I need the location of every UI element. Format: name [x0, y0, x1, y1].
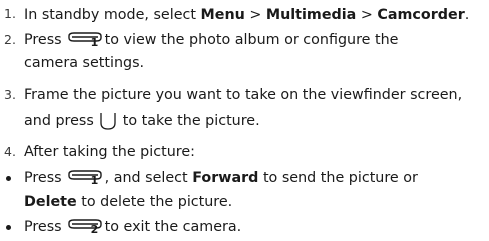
bullet-1-mid: , and select [104, 170, 193, 186]
step-text-continued: and press to take the picture. [24, 112, 260, 130]
step-text: In standby mode, select Menu > Multimedi… [24, 8, 469, 22]
bullet-1-pre: Press [24, 170, 62, 186]
step-text-continued: camera settings. [24, 55, 145, 71]
bullet-text: Press 1 , and select Forward to send the p… [24, 170, 418, 186]
step-number: 2. [4, 32, 16, 47]
softkey-number: 2 [90, 223, 99, 236]
step-number: 1. [4, 6, 16, 21]
softkey-number: 1 [90, 36, 99, 49]
bullet-2-pre: Press [24, 219, 62, 235]
bullet-icon [6, 225, 11, 230]
softkey-icon: 1 [67, 32, 102, 49]
step-2-post: to view the photo album or configure the [104, 32, 399, 48]
bullet-icon [6, 176, 11, 181]
step-number: 4. [4, 144, 16, 159]
ok-key-icon [100, 113, 116, 130]
bullet-text: Press 2 to exit the camera. [24, 219, 241, 235]
step-3-pre: and press [24, 113, 94, 129]
step-number: 3. [4, 87, 16, 102]
menu-label: Menu [200, 7, 245, 23]
step-1-post: . [464, 7, 470, 23]
bullet-text-continued: Delete to delete the picture. [24, 195, 232, 209]
step-2-pre: Press [24, 32, 62, 48]
forward-label: Forward [192, 170, 259, 186]
softkey-icon: 2 [67, 219, 102, 236]
softkey-number: 1 [90, 174, 99, 187]
bullet-2-post: to exit the camera. [104, 219, 242, 235]
instruction-list: 1. In standby mode, select Menu > Multim… [0, 0, 489, 241]
step-text: After taking the picture: [24, 144, 195, 160]
multimedia-label: Multimedia [265, 7, 357, 23]
delete-label: Delete [24, 194, 77, 210]
camcorder-label: Camcorder [377, 7, 465, 23]
separator: > [244, 7, 266, 23]
bullet-1-post: to send the picture or [258, 170, 418, 186]
softkey-icon: 1 [67, 170, 102, 187]
step-text: Press 1 to view the photo album or configu… [24, 32, 398, 48]
separator: > [356, 7, 378, 23]
step-1-pre: In standby mode, select [24, 7, 201, 23]
bullet-1-cont-post: to delete the picture. [76, 194, 233, 210]
step-text: Frame the picture you want to take on th… [24, 87, 463, 103]
step-3-post: to take the picture. [122, 113, 260, 129]
